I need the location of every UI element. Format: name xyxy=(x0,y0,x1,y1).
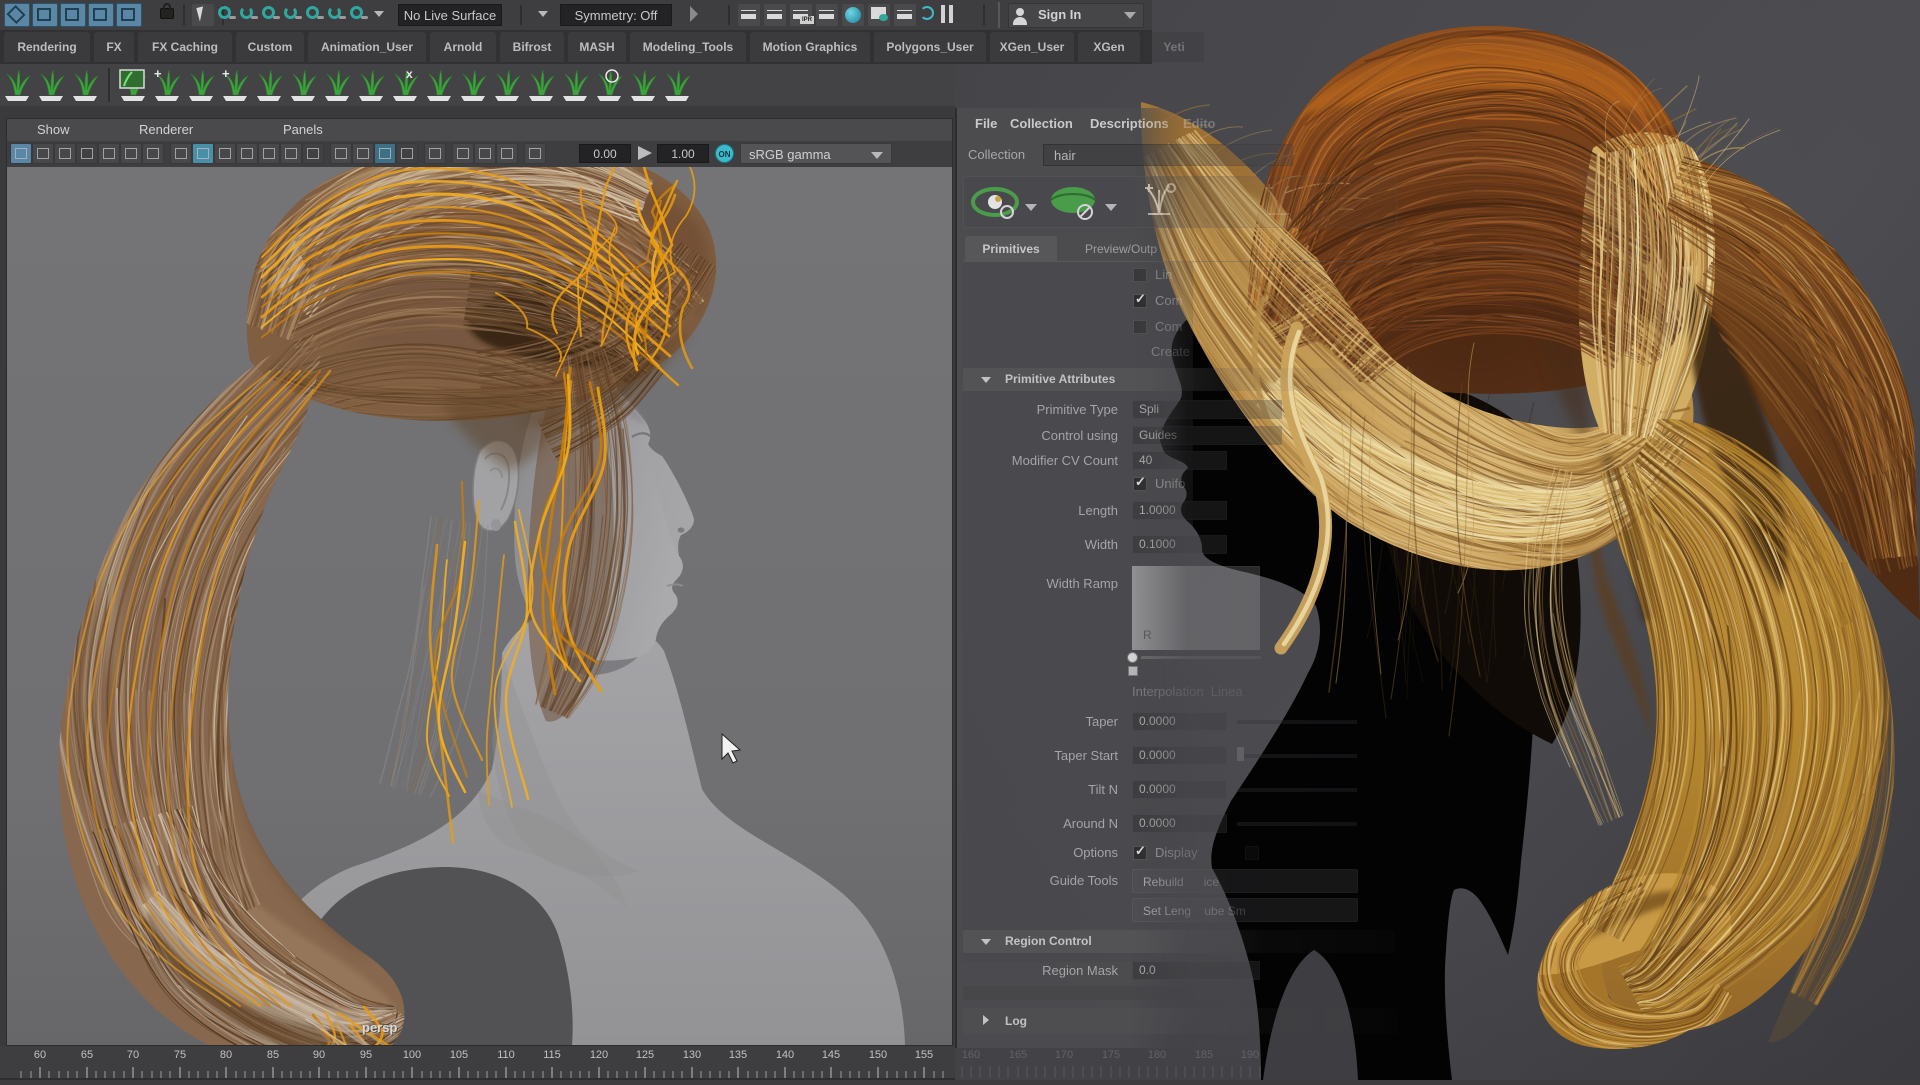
svg-text:130: 130 xyxy=(683,1049,701,1061)
svg-text:persp: persp xyxy=(362,1020,397,1035)
svg-text:155: 155 xyxy=(915,1049,933,1061)
svg-text:x: x xyxy=(406,67,413,81)
svg-text:110: 110 xyxy=(497,1049,515,1061)
svg-text:175: 175 xyxy=(1102,1049,1120,1061)
svg-text:125: 125 xyxy=(636,1049,654,1061)
svg-text:170: 170 xyxy=(1055,1049,1073,1061)
svg-text:165: 165 xyxy=(1009,1049,1027,1061)
svg-text:80: 80 xyxy=(220,1049,232,1061)
svg-text:85: 85 xyxy=(267,1049,279,1061)
svg-text:+: + xyxy=(222,66,230,81)
svg-text:115: 115 xyxy=(543,1049,561,1061)
svg-text:150: 150 xyxy=(869,1049,887,1061)
svg-text:185: 185 xyxy=(1195,1049,1213,1061)
svg-text:135: 135 xyxy=(729,1049,747,1061)
svg-text:160: 160 xyxy=(962,1049,980,1061)
svg-text:95: 95 xyxy=(360,1049,372,1061)
svg-text:70: 70 xyxy=(127,1049,139,1061)
svg-text:75: 75 xyxy=(174,1049,186,1061)
svg-text:120: 120 xyxy=(590,1049,608,1061)
svg-text:190: 190 xyxy=(1241,1049,1259,1061)
svg-text:180: 180 xyxy=(1148,1049,1166,1061)
svg-text:140: 140 xyxy=(776,1049,794,1061)
svg-text:65: 65 xyxy=(81,1049,93,1061)
svg-text:60: 60 xyxy=(34,1049,46,1061)
svg-text:105: 105 xyxy=(450,1049,468,1061)
svg-text:90: 90 xyxy=(313,1049,325,1061)
svg-text:145: 145 xyxy=(822,1049,840,1061)
svg-text:+: + xyxy=(154,66,162,81)
svg-text:100: 100 xyxy=(403,1049,421,1061)
